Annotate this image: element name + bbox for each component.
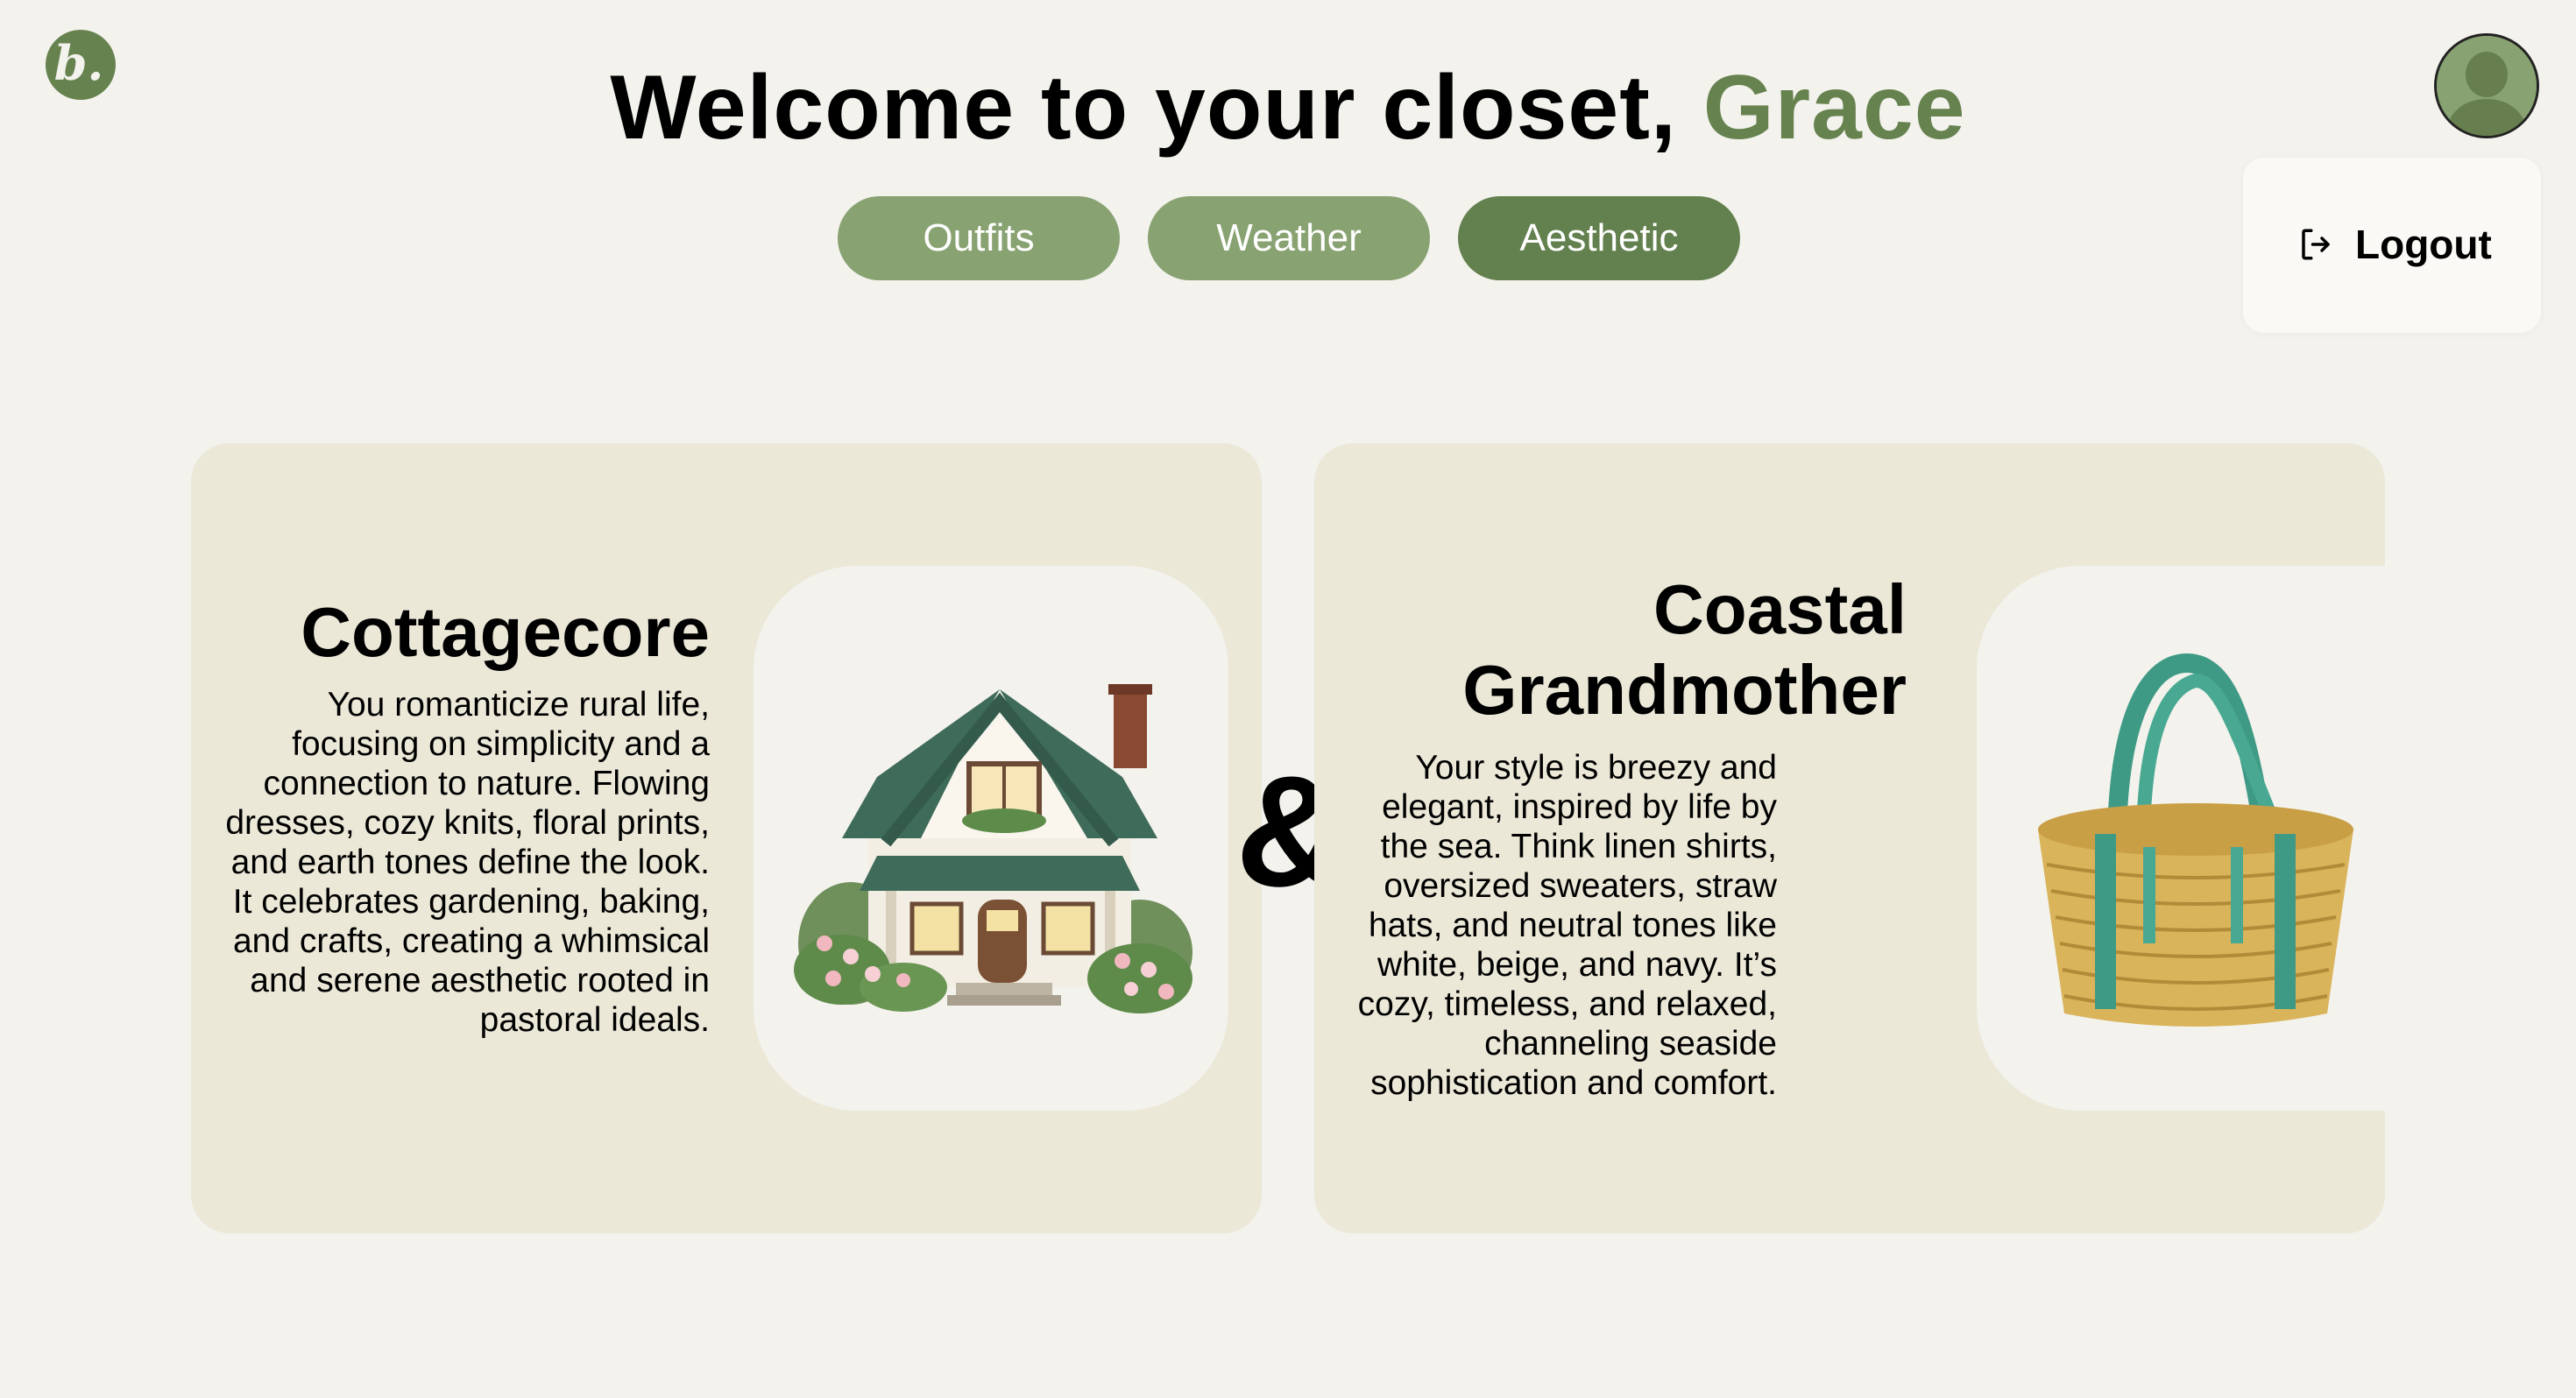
logout-button[interactable]: Logout	[2297, 221, 2492, 268]
cottage-house-icon	[794, 684, 1192, 1013]
card-description: You romanticize rural life, focusing on …	[225, 686, 710, 1039]
aesthetic-card-cottagecore: Cottagecore You romanticize rural life, …	[191, 443, 1262, 1233]
tab-aesthetic-label: Aesthetic	[1519, 216, 1679, 259]
aesthetic-card-coastal-grandmother: Coastal Grandmother Your style is breezy…	[1314, 443, 2385, 1233]
tab-bar: Outfits Weather Aesthetic	[838, 196, 1740, 280]
card-text: Cottagecore You romanticize rural life, …	[217, 592, 710, 1040]
welcome-text: Welcome to your closet,	[610, 57, 1703, 159]
logout-icon	[2302, 229, 2330, 260]
tab-weather-label: Weather	[1216, 216, 1362, 259]
card-description-box: Your style is breezy and elegant, inspir…	[1341, 748, 1777, 1103]
user-avatar[interactable]	[2434, 33, 2539, 138]
tab-weather[interactable]: Weather	[1148, 196, 1430, 280]
card-title-box: Coastal Grandmother	[1419, 569, 1907, 731]
straw-basket-icon	[2038, 653, 2353, 1027]
tab-outfits[interactable]: Outfits	[838, 196, 1120, 280]
card-title: Cottagecore	[301, 593, 710, 671]
user-avatar-icon	[2437, 36, 2537, 136]
user-name: Grace	[1702, 57, 1966, 159]
card-image-frame	[754, 566, 1228, 1111]
card-description: Your style is breezy and elegant, inspir…	[1357, 749, 1777, 1102]
card-image-frame	[1977, 566, 2385, 1111]
page-title: Welcome to your closet, Grace	[0, 56, 2576, 161]
card-title: Coastal Grandmother	[1462, 570, 1907, 729]
tab-outfits-label: Outfits	[923, 216, 1035, 259]
tab-aesthetic[interactable]: Aesthetic	[1458, 196, 1740, 280]
user-menu-popup: Logout	[2243, 158, 2541, 333]
logout-label: Logout	[2355, 222, 2492, 267]
